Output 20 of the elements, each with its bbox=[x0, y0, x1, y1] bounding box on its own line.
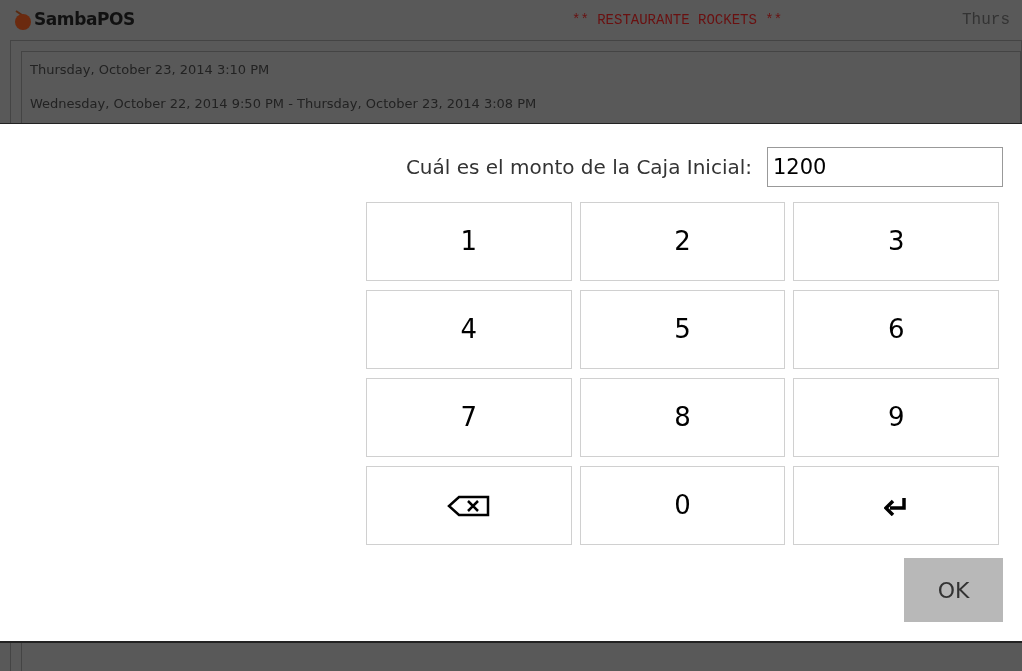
logo-text: SambaPOS bbox=[34, 8, 135, 32]
backspace-icon bbox=[446, 494, 491, 517]
apple-logo-icon bbox=[12, 9, 34, 31]
digit-key[interactable]: 4 bbox=[366, 290, 572, 369]
digit-key[interactable]: 9 bbox=[793, 378, 999, 457]
digit-key[interactable]: 5 bbox=[579, 290, 786, 369]
digit-key[interactable]: 8 bbox=[579, 378, 786, 457]
ok-button[interactable]: OK bbox=[904, 558, 1003, 622]
digit-key[interactable]: 0 bbox=[579, 466, 786, 545]
digit-key[interactable]: 6 bbox=[793, 290, 999, 369]
restaurant-title: ** RESTAURANTE ROCKETS ** bbox=[572, 10, 783, 30]
digit-key[interactable]: 1 bbox=[366, 202, 572, 281]
digit-key[interactable]: 7 bbox=[366, 378, 572, 457]
enter-key[interactable] bbox=[793, 466, 999, 545]
prompt-label: Cuál es el monto de la Caja Inicial: bbox=[405, 154, 752, 181]
digit-key[interactable]: 3 bbox=[793, 202, 999, 281]
digit-key[interactable]: 2 bbox=[579, 202, 786, 281]
backspace-key[interactable] bbox=[366, 466, 572, 545]
enter-icon bbox=[884, 495, 909, 516]
amount-field[interactable]: 1200 bbox=[767, 147, 1003, 187]
